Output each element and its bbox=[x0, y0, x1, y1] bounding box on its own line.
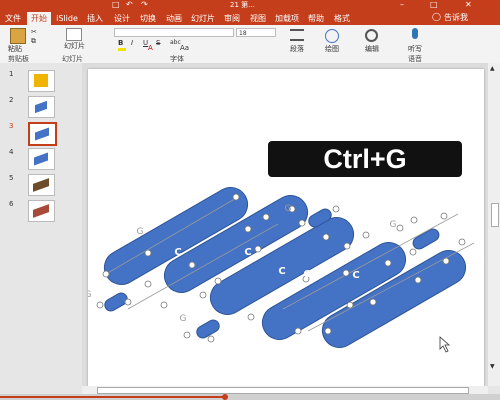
tab-slideshow[interactable]: 幻灯片 bbox=[188, 12, 218, 25]
scroll-down-icon[interactable]: ▼ bbox=[490, 363, 495, 370]
italic-button[interactable]: I bbox=[131, 39, 133, 47]
tab-transitions[interactable]: 切换 bbox=[136, 12, 160, 25]
lightbulb-icon[interactable]: ◯ bbox=[432, 12, 441, 21]
tab-format[interactable]: 格式 bbox=[330, 12, 354, 25]
progress-bar bbox=[0, 396, 224, 398]
bold-button[interactable]: B bbox=[118, 39, 123, 47]
shortcut-label: Ctrl+G bbox=[268, 141, 462, 177]
slide-thumbnail-1[interactable] bbox=[28, 70, 55, 92]
ribbon-tabs: 文件 开始 iSlide 插入 设计 切换 动画 幻灯片 审阅 视图 加载项 帮… bbox=[0, 10, 500, 25]
tab-review[interactable]: 审阅 bbox=[220, 12, 244, 25]
save-icon[interactable]: □ bbox=[112, 0, 120, 9]
scroll-thumb[interactable] bbox=[491, 203, 499, 227]
tab-addins[interactable]: 加载项 bbox=[272, 12, 302, 25]
scroll-thumb[interactable] bbox=[97, 387, 469, 394]
font-color-button[interactable]: A bbox=[148, 44, 153, 52]
status-bar bbox=[0, 394, 500, 400]
document-title: 21 第... bbox=[230, 1, 255, 9]
paragraph-icon[interactable] bbox=[290, 29, 304, 41]
cap-letter: C bbox=[352, 270, 359, 281]
slide-editor-area: Ctrl+G C C C C C G G G G bbox=[82, 63, 488, 387]
group-glyph: G bbox=[180, 314, 187, 324]
slide-number: 6 bbox=[9, 200, 14, 208]
copy-icon[interactable]: ⧉ bbox=[31, 37, 36, 46]
search-icon[interactable] bbox=[365, 29, 378, 42]
drawing-icon[interactable] bbox=[325, 29, 339, 43]
paste-icon[interactable] bbox=[10, 28, 26, 44]
group-glyph: G bbox=[285, 204, 292, 214]
slide-number: 1 bbox=[9, 70, 14, 78]
redo-icon[interactable]: ↷ bbox=[141, 0, 148, 9]
tab-view[interactable]: 视图 bbox=[246, 12, 270, 25]
microphone-icon[interactable] bbox=[412, 28, 418, 39]
vertical-scrollbar[interactable]: ▲ ▼ bbox=[488, 63, 500, 386]
scroll-up-icon[interactable]: ▲ bbox=[490, 65, 495, 72]
progress-knob[interactable] bbox=[222, 394, 228, 400]
cap-letter: C bbox=[303, 269, 310, 280]
tab-animations[interactable]: 动画 bbox=[162, 12, 186, 25]
strikethrough-button[interactable]: S bbox=[156, 39, 160, 47]
editing-button[interactable]: 编辑 bbox=[365, 44, 379, 54]
tab-home[interactable]: 开始 bbox=[27, 12, 51, 25]
dictate-button[interactable]: 听写 bbox=[408, 44, 422, 54]
slide-thumbnail-5[interactable] bbox=[28, 174, 55, 196]
horizontal-scrollbar[interactable] bbox=[82, 386, 488, 394]
tab-design[interactable]: 设计 bbox=[110, 12, 134, 25]
slide-number: 5 bbox=[9, 174, 14, 182]
title-bar: □ ↶ ↷ 21 第... – □ ✕ bbox=[0, 0, 500, 10]
cap-letter: C bbox=[174, 247, 181, 258]
slide-number: 3 bbox=[9, 122, 14, 130]
tab-file[interactable]: 文件 bbox=[2, 12, 24, 25]
paragraph-button[interactable]: 段落 bbox=[290, 44, 304, 54]
new-slide-icon[interactable] bbox=[66, 28, 82, 41]
small-bar[interactable] bbox=[195, 318, 222, 340]
highlighter-icon[interactable] bbox=[118, 48, 126, 51]
group-glyph: G bbox=[137, 227, 144, 237]
minimize-icon[interactable]: – bbox=[400, 0, 404, 9]
tell-me-search[interactable]: 告诉我 bbox=[444, 12, 468, 23]
tab-help[interactable]: 帮助 bbox=[304, 12, 328, 25]
tab-insert[interactable]: 插入 bbox=[83, 12, 107, 25]
slide-number: 2 bbox=[9, 96, 14, 104]
slide-thumbnail-4[interactable] bbox=[28, 148, 55, 170]
slide-thumbnail-3[interactable] bbox=[28, 122, 57, 146]
undo-icon[interactable]: ↶ bbox=[126, 0, 133, 9]
slide-number: 4 bbox=[9, 148, 14, 156]
change-case-button[interactable]: Aa bbox=[180, 44, 189, 52]
close-icon[interactable]: ✕ bbox=[465, 0, 472, 9]
group-glyph: G bbox=[88, 290, 92, 300]
cap-letter: C bbox=[278, 266, 285, 277]
tab-islide[interactable]: iSlide bbox=[53, 12, 81, 25]
font-size-combo[interactable]: 18 bbox=[236, 28, 276, 37]
slide-thumbnail-2[interactable] bbox=[28, 96, 55, 118]
shortcut-text: Ctrl+G bbox=[323, 144, 406, 174]
restore-icon[interactable]: □ bbox=[430, 0, 438, 9]
ribbon-home: 粘贴 ✂ ⧉ 幻灯片 18 B I U S abc A Aa 段落 绘图 编辑 … bbox=[0, 25, 500, 64]
current-slide[interactable]: Ctrl+G C C C C C G G G G bbox=[88, 69, 484, 387]
slide-thumbnails-pane: 1 2 3 4 5 6 bbox=[0, 63, 82, 386]
cut-icon[interactable]: ✂ bbox=[31, 28, 37, 36]
paste-button[interactable]: 粘贴 bbox=[8, 44, 22, 54]
group-glyph: G bbox=[390, 220, 397, 230]
cap-letter: C bbox=[244, 247, 251, 258]
mouse-cursor-icon bbox=[439, 336, 451, 353]
small-bar[interactable] bbox=[411, 227, 441, 251]
slide-thumbnail-6[interactable] bbox=[28, 200, 55, 222]
font-name-combo[interactable] bbox=[114, 28, 234, 37]
drawing-button[interactable]: 绘图 bbox=[325, 44, 339, 54]
slide-drawing[interactable]: Ctrl+G C C C C C G G G G bbox=[88, 69, 484, 387]
new-slide-button[interactable]: 幻灯片 bbox=[64, 41, 85, 51]
